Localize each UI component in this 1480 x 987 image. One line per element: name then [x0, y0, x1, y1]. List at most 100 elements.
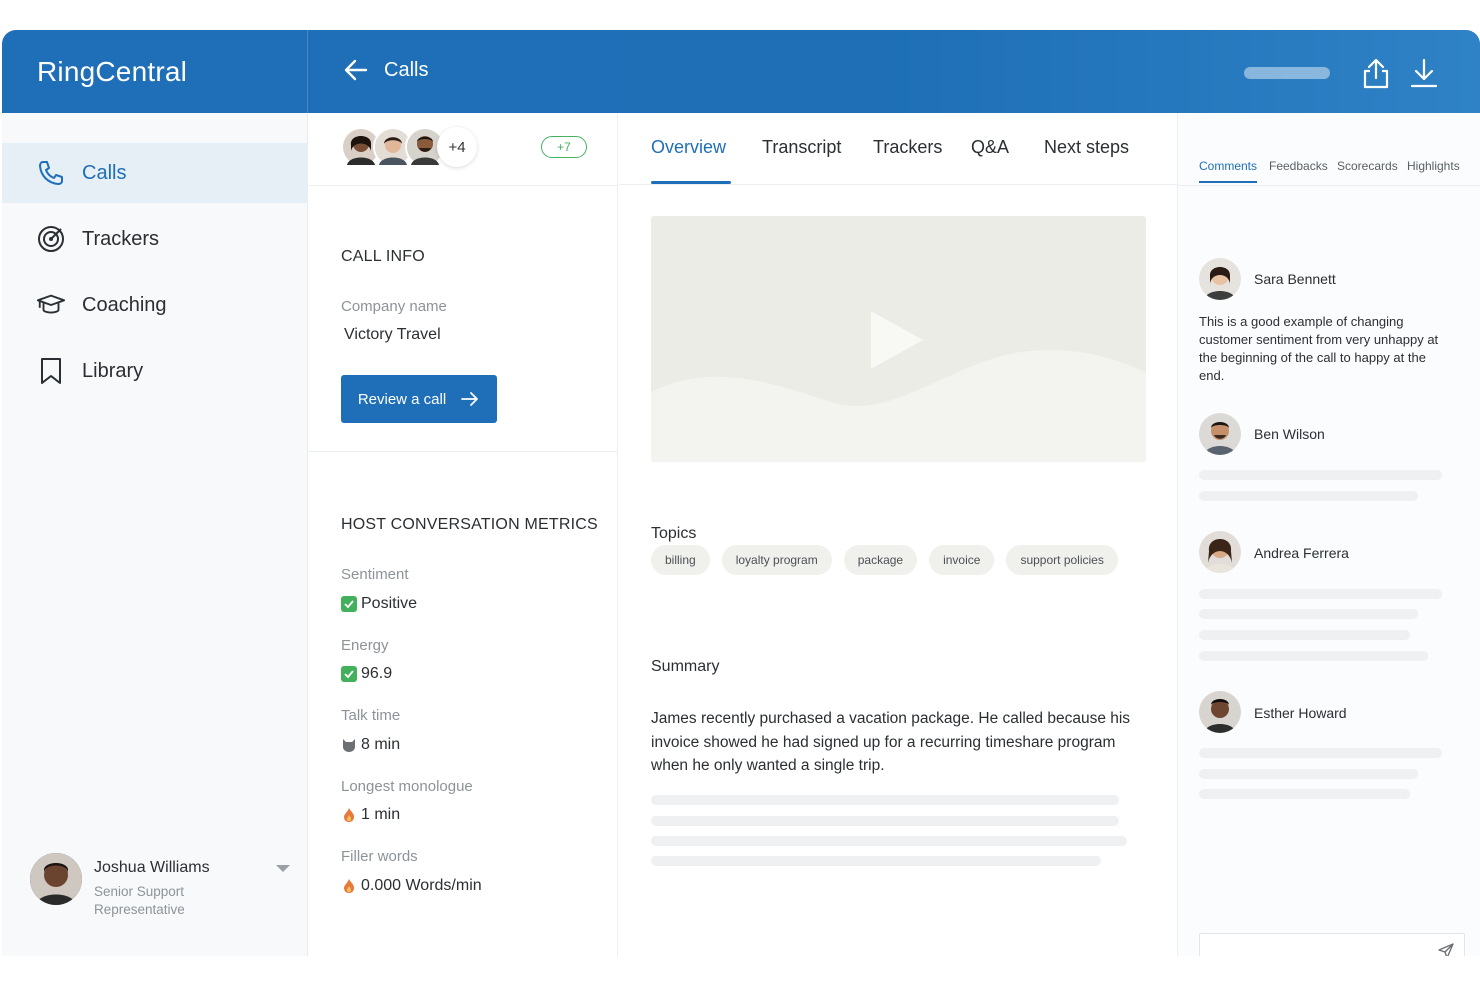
metric-value-text: 1 min [361, 806, 401, 823]
tab-qa[interactable]: Q&A [971, 137, 1009, 158]
arrow-right-icon [461, 392, 479, 406]
video-player[interactable] [651, 216, 1146, 462]
main-content: Overview Transcript Trackers Q&A Next st… [619, 113, 1177, 956]
phone-icon [36, 158, 66, 188]
avatar[interactable] [1199, 258, 1241, 300]
sidebar-item-label: Coaching [82, 293, 167, 316]
metric-value-talk-time: 8 min [341, 736, 400, 754]
tab-trackers[interactable]: Trackers [873, 137, 942, 158]
check-icon [341, 666, 357, 682]
share-icon[interactable] [1360, 56, 1392, 90]
review-call-label: Review a call [357, 390, 447, 408]
brand-area: RingCentral [2, 30, 308, 113]
tab-next-steps[interactable]: Next steps [1044, 137, 1129, 158]
call-info-title: CALL INFO [341, 248, 425, 265]
tab-comments[interactable]: Comments [1199, 159, 1257, 173]
metric-value-text: 96.9 [361, 665, 393, 682]
check-icon [341, 596, 357, 612]
avatar[interactable] [1199, 413, 1241, 455]
skeleton-line [1199, 651, 1428, 661]
sidebar-item-label: Library [82, 359, 144, 382]
sidebar-item-calls[interactable]: Calls [2, 143, 308, 203]
metric-label-talk-time: Talk time [341, 707, 401, 724]
avatar[interactable] [1199, 531, 1241, 573]
topics-list: billing loyalty program package invoice … [651, 545, 1118, 575]
brand-logo[interactable]: RingCentral [37, 56, 187, 88]
skeleton-line [1199, 470, 1442, 480]
participants-more-count[interactable]: +4 [437, 127, 477, 167]
topics-title: Topics [651, 525, 697, 542]
metrics-title: HOST CONVERSATION METRICS [341, 516, 598, 533]
skeleton-line [651, 856, 1101, 866]
top-header: RingCentral Calls [2, 30, 1480, 113]
metric-value-longest-monologue: 1 min [341, 806, 400, 824]
sidebar-item-trackers[interactable]: Trackers [2, 209, 308, 269]
fire-icon [341, 807, 357, 823]
metric-label-longest-monologue: Longest monologue [341, 778, 473, 795]
metric-value-sentiment: Positive [341, 595, 417, 613]
header-placeholder-bar [1244, 67, 1330, 79]
avatar[interactable] [30, 853, 82, 905]
arrow-left-icon[interactable] [342, 56, 370, 84]
summary-title: Summary [651, 658, 720, 675]
skeleton-line [651, 795, 1119, 805]
skeleton-line [1199, 630, 1410, 640]
topic-chip[interactable]: invoice [929, 545, 995, 575]
send-icon[interactable] [1438, 943, 1454, 956]
play-icon[interactable] [871, 311, 923, 369]
fire-icon [341, 878, 357, 894]
graduation-cap-icon [36, 290, 66, 320]
download-icon[interactable] [1408, 56, 1440, 90]
user-name: Joshua Williams [94, 859, 210, 876]
participants-group[interactable]: +4 +7 [341, 127, 611, 171]
metric-value-energy: 96.9 [341, 665, 392, 683]
skeleton-line [1199, 589, 1442, 599]
tab-bar: Overview Transcript Trackers Q&A Next st… [619, 113, 1177, 185]
avatar[interactable] [1199, 691, 1241, 733]
cat-icon [341, 737, 357, 753]
user-profile[interactable]: Joshua Williams Senior Support Represent… [30, 853, 300, 933]
tab-overview[interactable]: Overview [651, 137, 726, 158]
topic-chip[interactable]: loyalty program [721, 545, 832, 575]
sidebar-item-label: Trackers [82, 227, 160, 250]
company-name-value: Victory Travel [344, 326, 441, 343]
topic-chip[interactable]: support policies [1006, 545, 1118, 575]
topic-chip[interactable]: billing [651, 545, 710, 575]
metric-label-energy: Energy [341, 637, 389, 654]
app-window: RingCentral Calls Calls Trackers Coachin… [2, 30, 1480, 956]
skeleton-line [651, 836, 1127, 846]
user-role: Senior Support Representative [94, 884, 185, 917]
active-tab-indicator [1199, 181, 1257, 183]
divider [309, 185, 618, 186]
tab-feedbacks[interactable]: Feedbacks [1269, 159, 1328, 173]
divider [309, 451, 618, 452]
tab-scorecards[interactable]: Scorecards [1337, 159, 1398, 173]
company-name-label: Company name [341, 298, 447, 315]
bookmark-icon [36, 356, 66, 386]
tab-transcript[interactable]: Transcript [762, 137, 841, 158]
page-title: Calls [384, 58, 429, 81]
sidebar-item-coaching[interactable]: Coaching [2, 275, 308, 335]
comments-panel: Comments Feedbacks Scorecards Highlights… [1177, 113, 1480, 956]
back-navigation[interactable]: Calls [342, 56, 428, 84]
topic-chip[interactable]: package [843, 545, 918, 575]
sidebar: Calls Trackers Coaching Library Joshua W… [2, 113, 308, 956]
sidebar-item-library[interactable]: Library [2, 341, 308, 401]
comment-input[interactable] [1199, 933, 1465, 956]
skeleton-line [651, 816, 1119, 826]
comment-author: Ben Wilson [1254, 426, 1325, 442]
tab-highlights[interactable]: Highlights [1407, 159, 1460, 173]
comment-author: Esther Howard [1254, 705, 1347, 721]
review-call-button[interactable]: Review a call [341, 375, 497, 423]
chevron-down-icon[interactable] [276, 865, 290, 872]
active-tab-indicator [651, 181, 731, 184]
participants-badge[interactable]: +7 [541, 136, 587, 158]
skeleton-line [1199, 748, 1442, 758]
comment-author: Andrea Ferrera [1254, 545, 1349, 561]
target-icon [36, 224, 66, 254]
skeleton-line [1199, 491, 1418, 501]
call-info-panel: +4 +7 CALL INFO Company name Victory Tra… [309, 113, 618, 956]
metric-value-filler-words: 0.000 Words/min [341, 877, 482, 895]
comment-text: This is a good example of changing custo… [1199, 314, 1439, 383]
divider [1178, 185, 1480, 186]
